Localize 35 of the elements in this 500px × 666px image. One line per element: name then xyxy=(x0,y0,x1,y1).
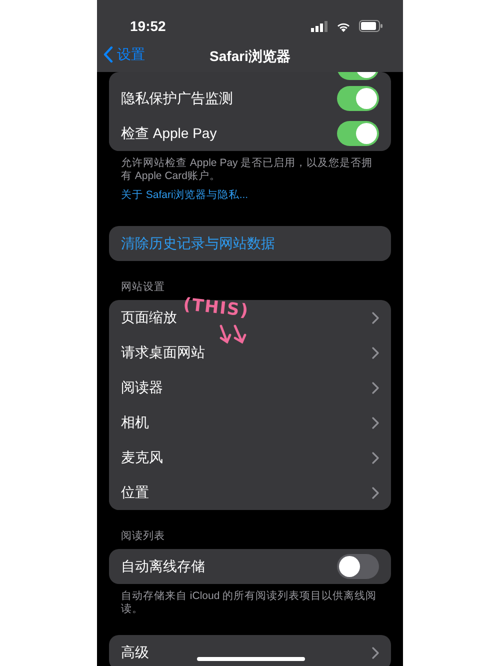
clear-data-link[interactable]: 清除历史记录与网站数据 xyxy=(121,233,275,254)
chevron-icon xyxy=(372,452,379,464)
row-label[interactable]: 相机 xyxy=(121,412,149,433)
chevron-icon xyxy=(372,486,379,498)
battery-icon xyxy=(359,20,383,32)
row-label[interactable]: 请求桌面网站 xyxy=(121,342,205,363)
arrows-drawing xyxy=(217,324,249,346)
toggle-switch[interactable] xyxy=(337,554,379,579)
annotation-text: (THIS) xyxy=(182,294,250,324)
nav-title: Safari浏览器 xyxy=(210,46,290,66)
row-label: 检查 Apple Pay xyxy=(121,124,217,143)
toggle-switch[interactable] xyxy=(337,121,379,146)
toggle-switch[interactable] xyxy=(337,72,379,80)
back-chevron-icon xyxy=(103,46,113,63)
section-header: 网站设置 xyxy=(120,281,166,294)
row-label: 隐私保护广告监测 xyxy=(121,89,233,108)
section-header: 阅读列表 xyxy=(120,530,166,543)
chevron-icon xyxy=(372,312,379,324)
row-label[interactable]: 阅读器 xyxy=(121,377,163,398)
row-label[interactable]: 页面缩放 xyxy=(121,307,177,328)
wifi-icon xyxy=(336,20,351,32)
status-time: 19:52 xyxy=(130,16,166,36)
row-label: 自动离线存储 xyxy=(121,557,205,576)
row-label[interactable]: 位置 xyxy=(121,482,149,503)
privacy-link[interactable]: 关于 Safari浏览器与隐私... xyxy=(97,189,272,202)
toggle-switch[interactable] xyxy=(337,86,379,111)
row-label[interactable]: 麦克风 xyxy=(121,447,163,468)
chevron-icon xyxy=(372,646,379,658)
chevron-icon xyxy=(372,416,379,428)
chevron-icon xyxy=(372,346,379,358)
signal-icon xyxy=(311,20,328,32)
chevron-icon xyxy=(372,382,379,394)
section-footer: 自动存储来自 iCloud 的所有阅读列表项目以供离线阅读。 xyxy=(97,584,403,615)
section-footer: 允许网站检查 Apple Pay 是否已启用，以及您是否拥有 Apple Card账户。 xyxy=(97,151,403,182)
row-label[interactable]: 高级 xyxy=(121,642,149,663)
